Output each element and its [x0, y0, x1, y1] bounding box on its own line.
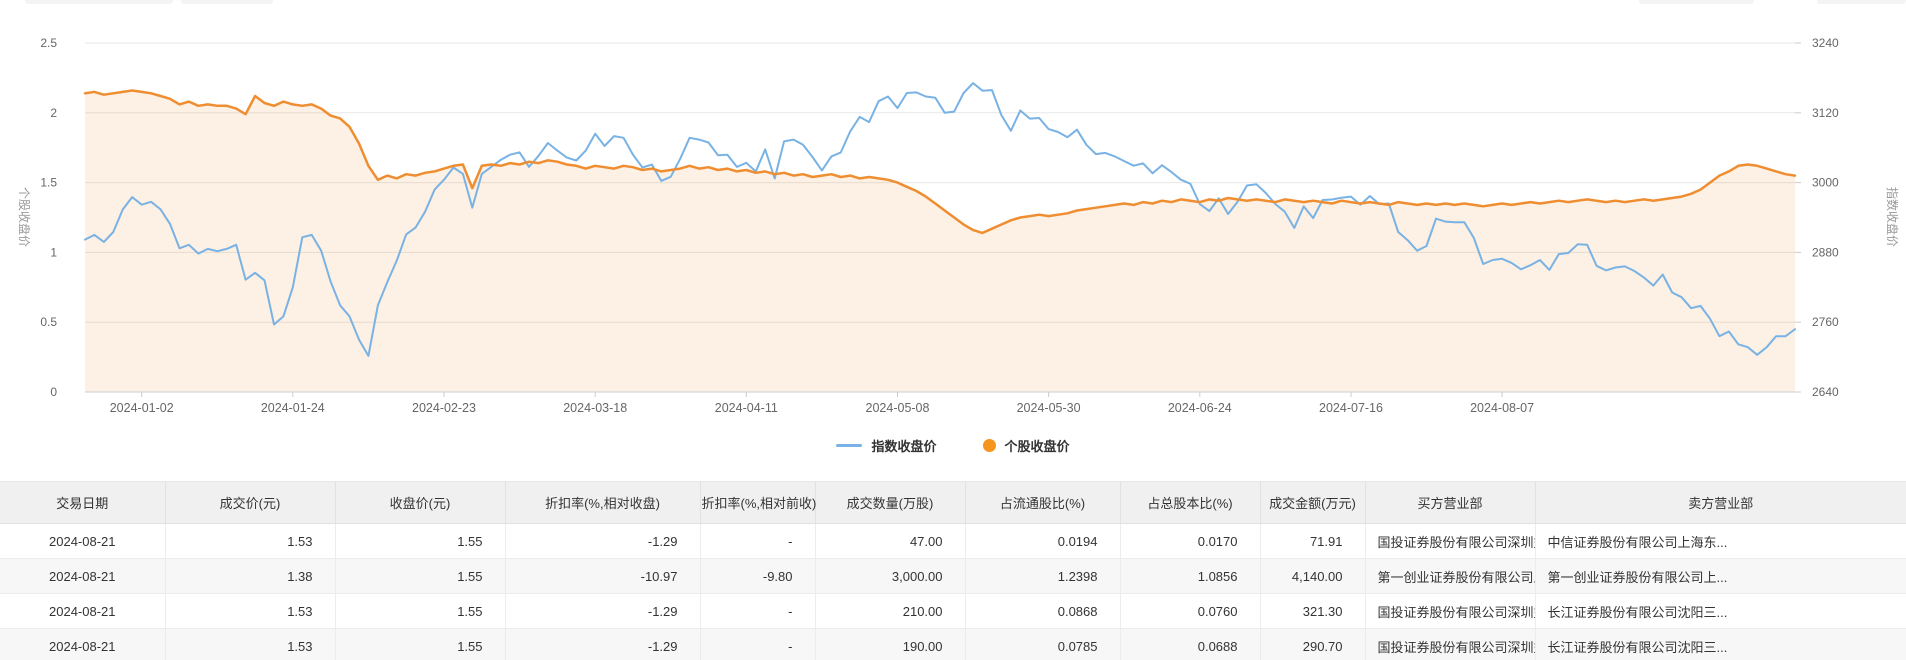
column-header: 成交金额(万元) — [1260, 482, 1365, 524]
table-cell: 210.00 — [815, 594, 965, 629]
x-axis-tick-label: 2024-07-16 — [1319, 401, 1383, 415]
table-cell: -1.29 — [505, 594, 700, 629]
chart-canvas[interactable]: 0 0.5 1 1.5 2 2.5 2640 2760 2880 3000 3120 3240 2024… — [0, 0, 1906, 420]
table-cell: -1.29 — [505, 629, 700, 660]
x-axis-tick-label: 2024-05-30 — [1017, 401, 1081, 415]
x-axis-tick-label: 2024-03-18 — [563, 401, 627, 415]
table-cell: 1.53 — [165, 594, 335, 629]
table-cell: 0.0194 — [965, 524, 1120, 559]
table-cell: 0.0785 — [965, 629, 1120, 660]
legend-item-stock-close[interactable]: 个股收盘价 — [983, 436, 1070, 455]
column-header: 买方营业部 — [1365, 482, 1535, 524]
x-axis-tick-label: 2024-04-11 — [715, 401, 778, 415]
chart-legend: 指数收盘价 个股收盘价 — [0, 436, 1906, 455]
table-cell: 1.0856 — [1120, 559, 1260, 594]
table-cell: 0.0868 — [965, 594, 1120, 629]
x-axis-tick-label: 2024-06-24 — [1168, 401, 1232, 415]
table-row: 2024-08-211.531.55-1.29-47.000.01940.017… — [0, 524, 1906, 559]
table-cell: 第一创业证券股份有限公司上... — [1535, 559, 1906, 594]
table-cell: 2024-08-21 — [0, 629, 165, 660]
left-axis-tick-label: 1 — [50, 245, 57, 259]
legend-label: 指数收盘价 — [871, 436, 936, 455]
column-header: 成交价(元) — [165, 482, 335, 524]
table-cell: 中信证券股份有限公司上海东... — [1535, 524, 1906, 559]
table-cell: 290.70 — [1260, 629, 1365, 660]
left-axis-tick-label: 1.5 — [40, 176, 57, 190]
right-axis-tick-label: 2640 — [1812, 385, 1839, 399]
table-cell: 国投证券股份有限公司深圳益... — [1365, 524, 1535, 559]
table-cell: 4,140.00 — [1260, 559, 1365, 594]
right-axis-title: 指数收盘价 — [1885, 187, 1900, 247]
table-row: 2024-08-211.531.55-1.29-190.000.07850.06… — [0, 629, 1906, 660]
table-cell: -10.97 — [505, 559, 700, 594]
table-cell: 0.0760 — [1120, 594, 1260, 629]
x-axis-tick-label: 2024-01-02 — [110, 401, 174, 415]
table-cell: 1.53 — [165, 524, 335, 559]
block-trade-page: 0 0.5 1 1.5 2 2.5 2640 2760 2880 3000 3120 3240 2024… — [0, 0, 1906, 660]
table-cell: 第一创业证券股份有限公司上... — [1365, 559, 1535, 594]
column-header: 交易日期 — [0, 482, 165, 524]
left-axis-title: 个股收盘价 — [17, 187, 32, 247]
table-row: 2024-08-211.381.55-10.97-9.803,000.001.2… — [0, 559, 1906, 594]
table-row: 2024-08-211.531.55-1.29-210.000.08680.07… — [0, 594, 1906, 629]
legend-item-index-close[interactable]: 指数收盘价 — [836, 436, 936, 455]
right-axis-tick-label: 2880 — [1812, 245, 1839, 259]
left-axis-tick-label: 0 — [50, 385, 57, 399]
table-cell: 2024-08-21 — [0, 559, 165, 594]
table-cell: 1.55 — [335, 559, 505, 594]
table-cell: 190.00 — [815, 629, 965, 660]
table-cell: 1.55 — [335, 629, 505, 660]
right-axis-tick-label: 3120 — [1812, 106, 1839, 120]
table-cell: 47.00 — [815, 524, 965, 559]
table-cell: 长江证券股份有限公司沈阳三... — [1535, 594, 1906, 629]
price-index-chart[interactable]: 0 0.5 1 1.5 2 2.5 2640 2760 2880 3000 3120 3240 2024… — [0, 0, 1906, 420]
table-cell: 2024-08-21 — [0, 524, 165, 559]
legend-dot-marker — [983, 439, 996, 452]
table-cell: - — [700, 594, 815, 629]
table-cell: 1.55 — [335, 594, 505, 629]
table-cell: 长江证券股份有限公司沈阳三... — [1535, 629, 1906, 660]
column-header: 占总股本比(%) — [1120, 482, 1260, 524]
x-axis-tick-label: 2024-05-08 — [866, 401, 930, 415]
stock-price-area — [85, 91, 1795, 393]
right-axis-tick-label: 3000 — [1812, 176, 1839, 190]
table-cell: 国投证券股份有限公司深圳益... — [1365, 629, 1535, 660]
legend-label: 个股收盘价 — [1005, 436, 1070, 455]
right-axis-tick-label: 3240 — [1812, 36, 1839, 50]
table-cell: 1.53 — [165, 629, 335, 660]
table-cell: -9.80 — [700, 559, 815, 594]
table-cell: 0.0170 — [1120, 524, 1260, 559]
left-axis-tick-label: 2 — [50, 106, 57, 120]
column-header: 占流通股比(%) — [965, 482, 1120, 524]
table-cell: 1.38 — [165, 559, 335, 594]
table-cell: 国投证券股份有限公司深圳益... — [1365, 594, 1535, 629]
table-cell: 1.2398 — [965, 559, 1120, 594]
table-cell: - — [700, 629, 815, 660]
right-axis-tick-label: 2760 — [1812, 315, 1839, 329]
column-header: 折扣率(%,相对收盘) — [505, 482, 700, 524]
x-axis-tick-label: 2024-02-23 — [412, 401, 476, 415]
table-cell: 71.91 — [1260, 524, 1365, 559]
column-header: 成交数量(万股) — [815, 482, 965, 524]
table-cell: - — [700, 524, 815, 559]
table-cell: -1.29 — [505, 524, 700, 559]
x-axis-tick-label: 2024-01-24 — [261, 401, 325, 415]
table-cell: 3,000.00 — [815, 559, 965, 594]
left-axis-tick-label: 2.5 — [40, 36, 57, 50]
table-cell: 0.0688 — [1120, 629, 1260, 660]
table-header-row: 交易日期成交价(元)收盘价(元)折扣率(%,相对收盘)折扣率(%,相对前收)成交… — [0, 482, 1906, 524]
table-cell: 321.30 — [1260, 594, 1365, 629]
x-axis-tick-label: 2024-08-07 — [1470, 401, 1534, 415]
table-cell: 2024-08-21 — [0, 594, 165, 629]
column-header: 折扣率(%,相对前收) — [700, 482, 815, 524]
table-cell: 1.55 — [335, 524, 505, 559]
column-header: 卖方营业部 — [1535, 482, 1906, 524]
legend-line-marker — [836, 444, 862, 447]
block-trade-table: 交易日期成交价(元)收盘价(元)折扣率(%,相对收盘)折扣率(%,相对前收)成交… — [0, 481, 1906, 660]
column-header: 收盘价(元) — [335, 482, 505, 524]
left-axis-tick-label: 0.5 — [40, 315, 57, 329]
